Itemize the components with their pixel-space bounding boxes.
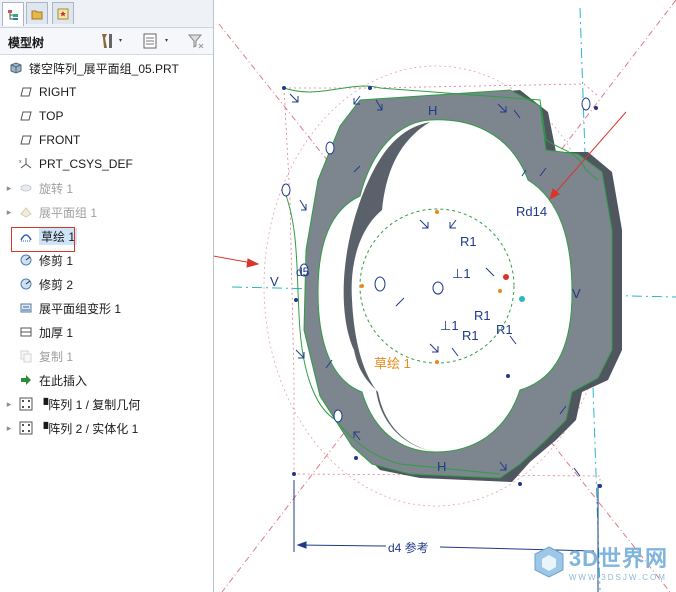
folder-icon: [31, 10, 43, 19]
svg-text:x: x: [19, 159, 22, 165]
tools-icon: [102, 34, 122, 48]
tab-folder-browser[interactable]: [26, 2, 48, 24]
revolve-icon: [19, 181, 33, 195]
navigator-tabs: [0, 0, 213, 28]
watermark: 3D世界网 WWW.3DSJW.COM: [531, 541, 668, 582]
tree-item-label: 旋转 1: [39, 181, 74, 196]
tree-item[interactable]: 复制 1: [0, 344, 213, 368]
pattern-icon: [19, 421, 33, 435]
label-h-top: H: [428, 103, 437, 118]
tree-tools-button[interactable]: [98, 31, 126, 51]
tree-item[interactable]: FRONT: [0, 128, 213, 152]
tree-item-label: 修剪 1: [39, 253, 74, 268]
tree-item[interactable]: RIGHT: [0, 80, 213, 104]
model-tree-toolbar: 模型树: [0, 28, 213, 55]
insert-arrow-icon: [19, 373, 33, 387]
tree-item[interactable]: 在此插入: [0, 368, 213, 392]
csys-icon: x: [19, 157, 33, 171]
tree-item-label: TOP: [39, 109, 64, 123]
label-d4: d4 参考: [388, 540, 429, 555]
tree-item-label: 展平面组变形 1: [39, 301, 122, 316]
part-icon: [9, 61, 23, 75]
flatten-icon: [19, 205, 33, 219]
tree-item[interactable]: ▸ ▝阵列 1 / 复制几何: [0, 392, 213, 416]
list-settings-icon: [143, 33, 168, 49]
tree-item[interactable]: 展平面组变形 1: [0, 296, 213, 320]
tree-item-label: 修剪 2: [39, 277, 74, 292]
expand-arrow-icon[interactable]: ▸: [4, 399, 14, 410]
model-canvas[interactable]: H H V V Rd14 R1 R1 R1 R1 ⊥1 ⊥1 d5 草绘 1 d…: [214, 0, 676, 592]
label-r1-b: R1: [474, 308, 491, 323]
graphics-viewport[interactable]: H H V V Rd14 R1 R1 R1 R1 ⊥1 ⊥1 d5 草绘 1 d…: [214, 0, 676, 592]
tree-item-label: 镂空阵列_展平面组_05.PRT: [29, 61, 179, 76]
tree-item-label: 展平面组 1: [39, 205, 98, 220]
tree-item-label: 在此插入: [39, 373, 88, 388]
favorites-icon: [57, 8, 69, 19]
datum-plane-icon: [19, 109, 33, 123]
pattern-icon: [19, 397, 33, 411]
tree-item-label: 复制 1: [39, 349, 74, 364]
tree-item-label: ▝阵列 1 / 复制几何: [39, 397, 141, 412]
label-rd14: Rd14: [516, 204, 547, 219]
tab-favorites[interactable]: [52, 2, 74, 24]
expand-arrow-icon[interactable]: ▸: [4, 207, 14, 218]
watermark-url: WWW.3DSJW.COM: [568, 573, 667, 582]
tree-item[interactable]: x PRT_CSYS_DEF: [0, 152, 213, 176]
model-tree-panel: 模型树 镂空阵列_展平面组_05.PRT RIGHT TOP FRONT x PRT_CS…: [0, 0, 214, 592]
tree-item[interactable]: ▸ ▝阵列 2 / 实体化 1: [0, 416, 213, 440]
label-sketch-tag: 草绘 1: [374, 356, 411, 371]
label-perp-b: ⊥1: [440, 318, 459, 333]
label-r1-c: R1: [496, 322, 513, 337]
cube-logo-icon: [534, 545, 564, 578]
tree-item[interactable]: 镂空阵列_展平面组_05.PRT: [0, 56, 213, 80]
thicken-icon: [19, 325, 33, 339]
tree-display-button[interactable]: [142, 31, 174, 51]
tab-model-tree[interactable]: [2, 2, 24, 26]
copy-icon: [19, 349, 33, 363]
datum-plane-icon: [19, 85, 33, 99]
label-r1-d: R1: [462, 328, 479, 343]
tree-icon: [8, 9, 18, 20]
label-v-left: V: [270, 274, 279, 289]
tree-item-label: PRT_CSYS_DEF: [39, 157, 133, 171]
tree-item[interactable]: 加厚 1: [0, 320, 213, 344]
label-perp-a: ⊥1: [452, 266, 471, 281]
label-v-right: V: [572, 286, 581, 301]
tree-filter-button[interactable]: [186, 31, 206, 51]
expand-arrow-icon[interactable]: ▸: [4, 183, 14, 194]
tree-item-label: FRONT: [39, 133, 81, 147]
label-r1-a: R1: [460, 234, 477, 249]
tree-item-label: RIGHT: [39, 85, 77, 99]
filter-icon: [187, 34, 204, 49]
watermark-brand: 3D世界网: [568, 546, 668, 571]
highlight-box: [11, 227, 75, 252]
datum-plane-icon: [19, 133, 33, 147]
tree-item[interactable]: ▸ 旋转 1: [0, 176, 213, 200]
tree-item[interactable]: 修剪 2: [0, 272, 213, 296]
trim-icon: [19, 253, 33, 267]
tree-item-label: ▝阵列 2 / 实体化 1: [39, 421, 139, 436]
trim-icon: [19, 277, 33, 291]
model-tree-title: 模型树: [8, 36, 45, 50]
label-d5: d5: [296, 265, 310, 279]
tree-item[interactable]: ▸ 展平面组 1: [0, 200, 213, 224]
label-h-bottom: H: [437, 459, 446, 474]
tree-item[interactable]: TOP: [0, 104, 213, 128]
tree-item-label: 加厚 1: [39, 325, 74, 340]
expand-arrow-icon[interactable]: ▸: [4, 423, 14, 434]
flatten-deform-icon: [19, 301, 33, 315]
